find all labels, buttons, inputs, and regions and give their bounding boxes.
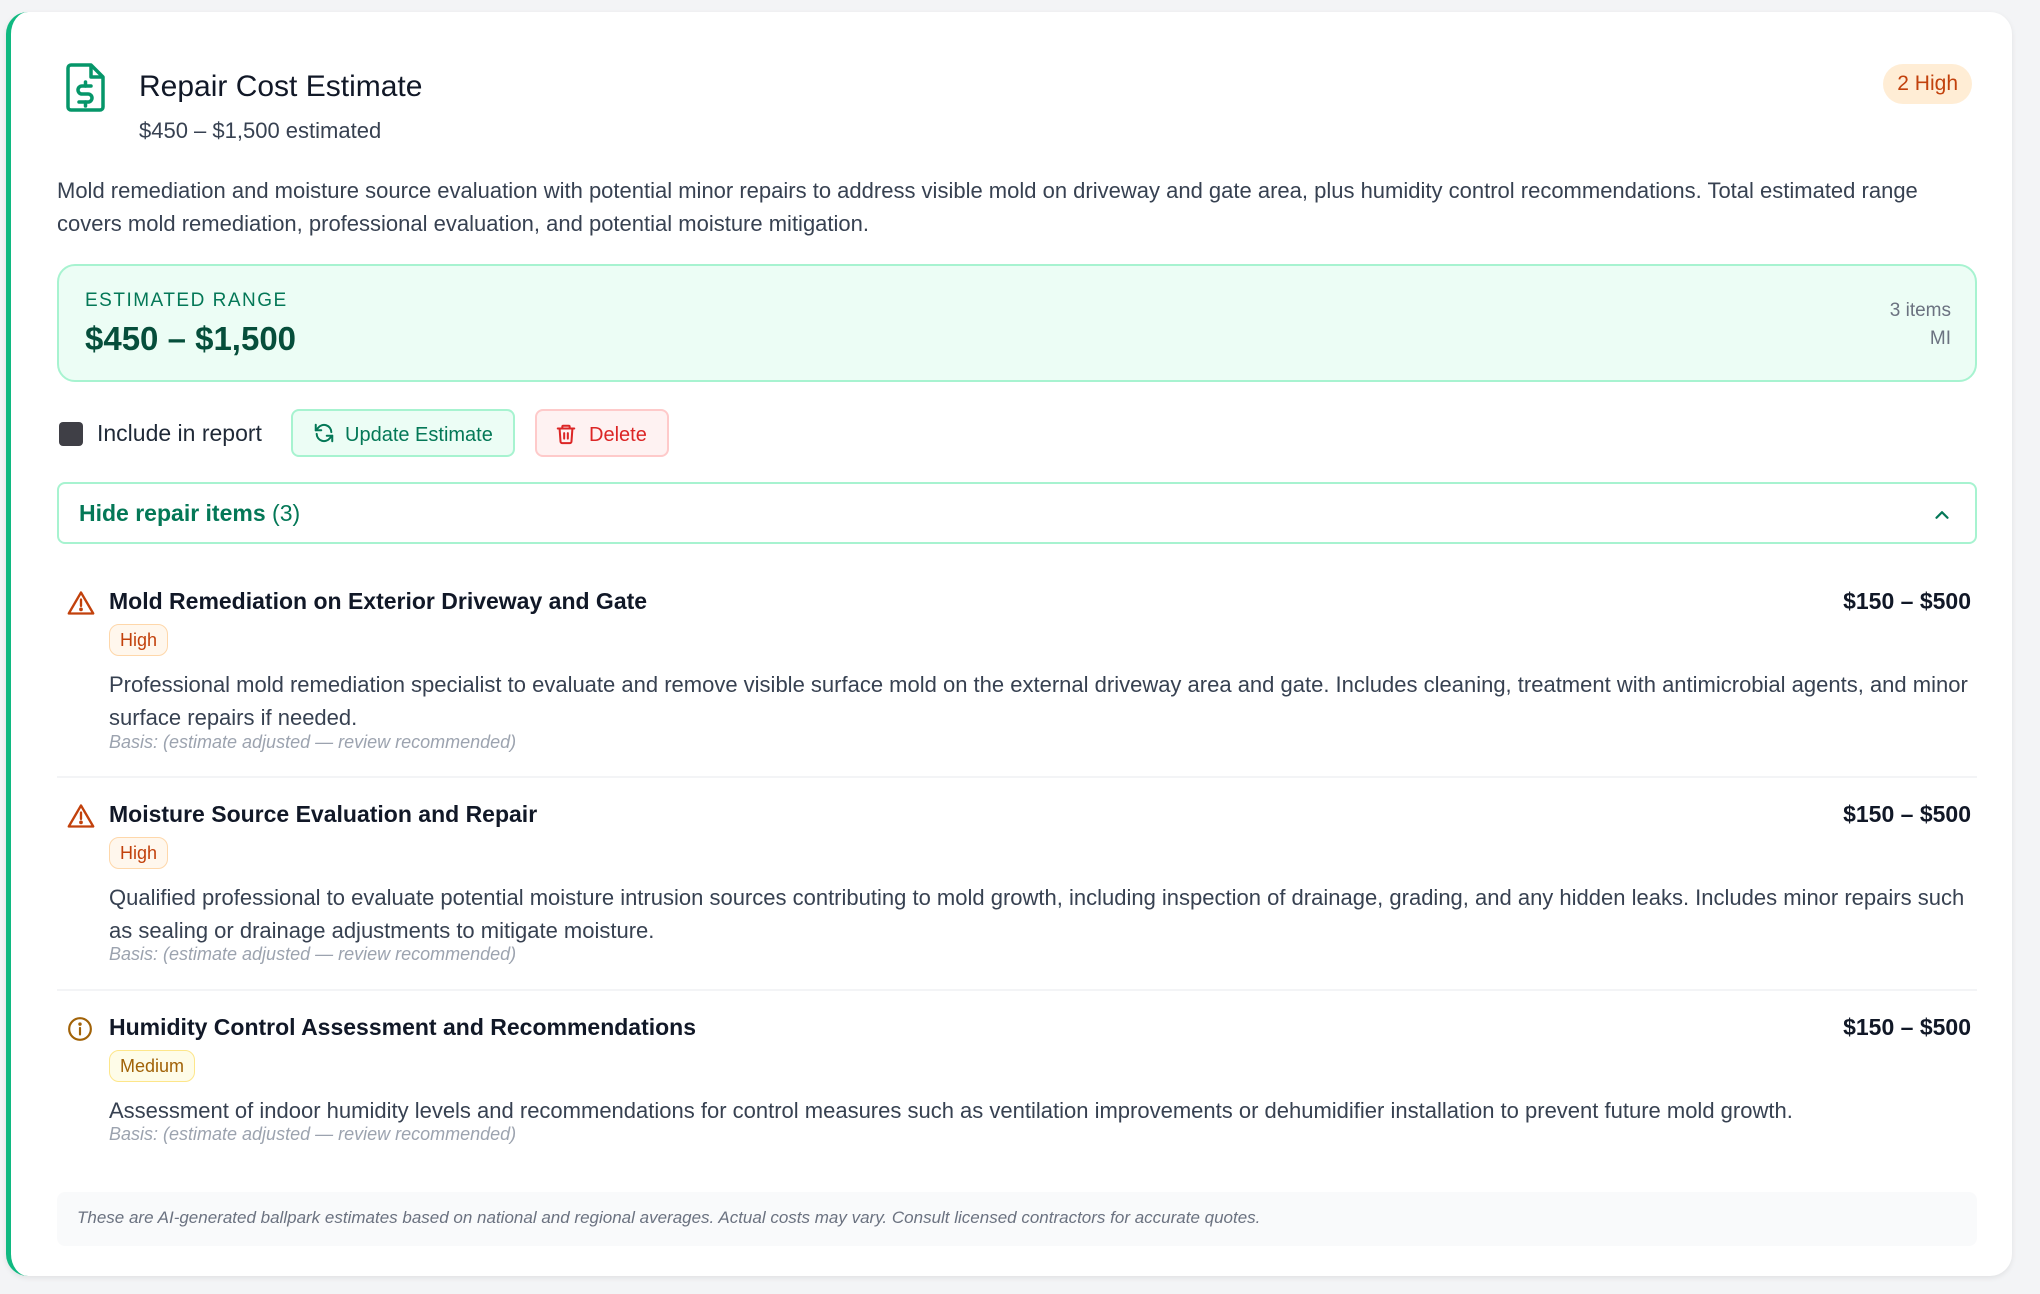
delete-button[interactable]: Delete [535, 409, 669, 457]
estimate-subtitle: $450 – $1,500 estimated [139, 118, 382, 143]
refresh-icon [314, 423, 334, 443]
repair-item-description: Assessment of indoor humidity levels and… [109, 1098, 1793, 1123]
info-circle-icon [67, 1016, 93, 1047]
severity-pill: Medium [109, 1050, 196, 1082]
card-header: Repair Cost Estimate $450 – $1,500 estim… [59, 52, 1972, 152]
state-code: MI [1929, 328, 1951, 349]
range-label: ESTIMATED RANGE [85, 290, 288, 311]
include-in-report-label[interactable]: Include in report [97, 420, 262, 447]
file-dollar-icon [65, 62, 107, 112]
repair-item: Humidity Control Assessment and Recommen… [57, 1010, 1977, 1160]
toggle-label: Hide repair items (3) [79, 500, 300, 527]
repair-item-basis: Basis: (estimate adjusted — review recom… [109, 1124, 517, 1144]
disclaimer-text: These are AI-generated ballpark estimate… [77, 1208, 1261, 1227]
range-value: $450 – $1,500 [85, 320, 297, 357]
repair-item-description: Professional mold remediation specialist… [109, 672, 1968, 730]
warning-triangle-icon [67, 803, 95, 834]
repair-item-title: Mold Remediation on Exterior Driveway an… [109, 588, 648, 614]
repair-item-price: $150 – $500 [1843, 801, 1971, 827]
hide-repair-items-toggle[interactable]: Hide repair items (3) [57, 482, 1977, 544]
update-estimate-label: Update Estimate [345, 424, 493, 446]
warning-triangle-icon [67, 590, 95, 621]
estimate-summary: Mold remediation and moisture source eva… [57, 178, 1918, 236]
repair-item-description: Qualified professional to evaluate poten… [109, 885, 1965, 943]
action-row: Include in report Update Estimate Delete [57, 408, 1057, 458]
page-title: Repair Cost Estimate [139, 70, 423, 103]
trash-icon [556, 424, 576, 445]
update-estimate-button[interactable]: Update Estimate [291, 409, 515, 457]
repair-item-price: $150 – $500 [1843, 1014, 1971, 1040]
repair-item: Moisture Source Evaluation and Repair $1… [57, 797, 1977, 991]
repair-item-basis: Basis: (estimate adjusted — review recom… [109, 944, 517, 964]
item-count: 3 items [1889, 300, 1951, 321]
repair-item-title: Humidity Control Assessment and Recommen… [109, 1014, 697, 1040]
toggle-text: Hide repair items [79, 500, 266, 526]
repair-item-price: $150 – $500 [1843, 588, 1971, 614]
severity-pill: High [109, 624, 169, 656]
repair-estimate-card: Repair Cost Estimate $450 – $1,500 estim… [6, 12, 2012, 1276]
delete-label: Delete [589, 424, 647, 446]
severity-count-badge: 2 High [1883, 64, 1972, 104]
estimated-range-panel: ESTIMATED RANGE $450 – $1,500 3 items MI [57, 264, 1977, 382]
repair-item-title: Moisture Source Evaluation and Repair [109, 801, 538, 827]
chevron-up-icon [1935, 511, 1949, 519]
disclaimer-note: These are AI-generated ballpark estimate… [57, 1192, 1977, 1246]
toggle-count: (3) [272, 500, 301, 526]
repair-item: Mold Remediation on Exterior Driveway an… [57, 584, 1977, 778]
repair-item-basis: Basis: (estimate adjusted — review recom… [109, 732, 517, 752]
severity-pill: High [109, 837, 169, 869]
include-in-report-checkbox[interactable] [59, 422, 83, 446]
